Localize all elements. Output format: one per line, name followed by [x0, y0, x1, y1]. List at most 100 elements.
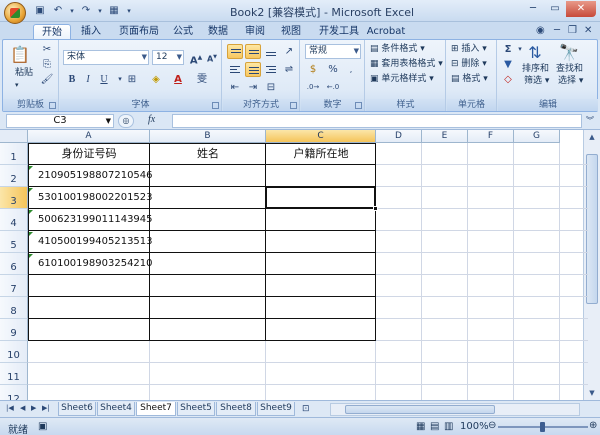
row-header-8[interactable]: 8 [0, 297, 28, 319]
id-number-cell[interactable]: 610100198903254210 [38, 253, 153, 275]
sheet-tab-sheet8[interactable]: Sheet8 [216, 402, 256, 416]
row-header-11[interactable]: 11 [0, 363, 28, 385]
tab-acrobat[interactable]: Acrobat [366, 24, 406, 40]
id-number-cell[interactable]: 210905198807210546 [38, 165, 153, 187]
underline-icon[interactable]: U [96, 72, 112, 87]
horizontal-scrollbar[interactable] [330, 403, 580, 416]
sheet-tab-sheet6[interactable]: Sheet6 [58, 402, 96, 416]
align-top-icon[interactable] [227, 44, 243, 59]
currency-icon[interactable]: $ [305, 62, 321, 77]
row-header-4[interactable]: 4 [0, 209, 28, 231]
borders-icon[interactable]: ⊞ [124, 72, 140, 87]
ribbon-minimize-icon[interactable]: ─ [554, 25, 560, 36]
align-left-icon[interactable] [227, 62, 243, 77]
sheet-tab-sheet7[interactable]: Sheet7 [136, 402, 176, 416]
id-number-cell[interactable]: 530100198002201523 [38, 187, 153, 209]
sheet-tab-sheet9[interactable]: Sheet9 [257, 402, 295, 416]
row-header-5[interactable]: 5 [0, 231, 28, 253]
row-header-9[interactable]: 9 [0, 319, 28, 341]
sheet-tab-sheet4[interactable]: Sheet4 [97, 402, 135, 416]
next-sheet-icon[interactable]: ▶ [31, 404, 36, 412]
redo-dropdown-icon[interactable]: ▾ [96, 3, 104, 19]
first-sheet-icon[interactable]: |◀ [6, 404, 14, 412]
fill-handle[interactable] [373, 206, 378, 211]
number-launcher-icon[interactable] [355, 102, 362, 109]
zoom-out-icon[interactable]: ⊖ [488, 420, 496, 431]
column-header-a[interactable]: A [28, 130, 150, 143]
sort-filter-label-2[interactable]: 筛选 ▾ [524, 74, 549, 88]
orientation-icon[interactable]: ↗ [281, 44, 297, 59]
paste-icon[interactable]: 📋 [9, 44, 31, 66]
vertical-scrollbar[interactable]: ▲ ▼ [583, 130, 600, 400]
row-header-2[interactable]: 2 [0, 165, 28, 187]
number-format-select[interactable]: 常规 ▼ [305, 44, 361, 59]
horizontal-scroll-thumb[interactable] [345, 405, 495, 414]
row-header-12[interactable]: 12 [0, 385, 28, 400]
prev-sheet-icon[interactable]: ◀ [20, 404, 25, 412]
tab-review[interactable]: 审阅 [240, 24, 270, 40]
increase-indent-icon[interactable]: ⇥ [245, 80, 261, 95]
scroll-down-icon[interactable]: ▼ [584, 386, 600, 400]
font-name-select[interactable]: 宋体 ▼ [63, 50, 149, 65]
minimize-icon[interactable]: ─ [522, 1, 544, 17]
column-header-g[interactable]: G [514, 130, 560, 143]
tab-view[interactable]: 视图 [276, 24, 306, 40]
sort-filter-icon[interactable]: ⇅ [524, 42, 546, 64]
save-icon[interactable]: ▣ [32, 3, 48, 19]
align-bottom-icon[interactable] [263, 44, 279, 59]
worksheet-grid[interactable]: ▲ ▼ A B C D E F G 1 2 3 4 5 6 7 8 9 10 11 12 身份证号码 姓名 户籍所在地 21… [0, 130, 600, 400]
tab-page-layout[interactable]: 页面布局 [112, 24, 166, 40]
increase-decimal-icon[interactable]: .0→ [305, 80, 321, 95]
select-all-corner[interactable] [0, 130, 28, 143]
column-header-f[interactable]: F [468, 130, 514, 143]
column-header-e[interactable]: E [422, 130, 468, 143]
page-break-view-icon[interactable]: ▥ [444, 421, 453, 432]
insert-function-icon[interactable]: fx [148, 114, 155, 125]
customize-qat-icon[interactable]: ▾ [124, 3, 134, 19]
redo-icon[interactable]: ↷ [78, 3, 94, 19]
insert-sheet-icon[interactable]: ⊡ [302, 404, 310, 414]
id-number-cell[interactable]: 500623199011143945 [38, 209, 153, 231]
delete-cells-button[interactable]: ⊟ 删除 ▾ [451, 57, 487, 71]
undo-icon[interactable]: ↶ [50, 3, 66, 19]
find-select-icon[interactable]: 🔭 [558, 42, 580, 64]
tab-formulas[interactable]: 公式 [168, 24, 198, 40]
comma-icon[interactable]: , [343, 62, 359, 77]
formula-input[interactable] [172, 114, 582, 128]
tab-developer[interactable]: 开发工具 [313, 24, 365, 40]
fill-color-icon[interactable]: ◈ [148, 72, 164, 87]
bold-icon[interactable]: B [64, 72, 80, 87]
row-header-6[interactable]: 6 [0, 253, 28, 275]
alignment-launcher-icon[interactable] [290, 102, 297, 109]
percent-icon[interactable]: % [325, 62, 341, 77]
format-cells-button[interactable]: ▤ 格式 ▾ [451, 72, 488, 86]
fill-icon[interactable]: ▼ [500, 57, 516, 72]
find-select-label-2[interactable]: 选择 ▾ [558, 74, 583, 88]
copy-icon[interactable]: ⎘ [39, 57, 55, 72]
row-header-1[interactable]: 1 [0, 143, 28, 165]
tab-home[interactable]: 开始 [33, 24, 71, 40]
align-right-icon[interactable] [263, 62, 279, 77]
ribbon-restore-icon[interactable]: ❐ [568, 25, 577, 36]
decrease-decimal-icon[interactable]: ←.0 [325, 80, 341, 95]
maximize-icon[interactable]: ▭ [544, 1, 566, 17]
tab-data[interactable]: 数据 [203, 24, 233, 40]
align-middle-icon[interactable] [245, 44, 261, 59]
expand-formula-bar-icon[interactable]: ︾ [586, 115, 594, 126]
font-color-icon[interactable]: A [170, 72, 186, 87]
shrink-font-icon[interactable]: A▼ [204, 50, 220, 65]
row-header-10[interactable]: 10 [0, 341, 28, 363]
zoom-level[interactable]: 100% [460, 421, 489, 432]
wrap-text-icon[interactable]: ⇌ [281, 62, 297, 77]
font-launcher-icon[interactable] [212, 102, 219, 109]
format-painter-icon[interactable]: 🖌 [39, 72, 55, 87]
zoom-in-icon[interactable]: ⊕ [589, 420, 597, 431]
cut-icon[interactable]: ✂ [39, 42, 55, 57]
close-icon[interactable]: ✕ [566, 1, 596, 17]
row-header-7[interactable]: 7 [0, 275, 28, 297]
id-number-cell[interactable]: 410500199405213513 [38, 231, 153, 253]
clipboard-launcher-icon[interactable] [49, 102, 56, 109]
column-header-d[interactable]: D [376, 130, 422, 143]
row-header-3[interactable]: 3 [0, 187, 28, 209]
normal-view-icon[interactable]: ▦ [416, 421, 425, 432]
